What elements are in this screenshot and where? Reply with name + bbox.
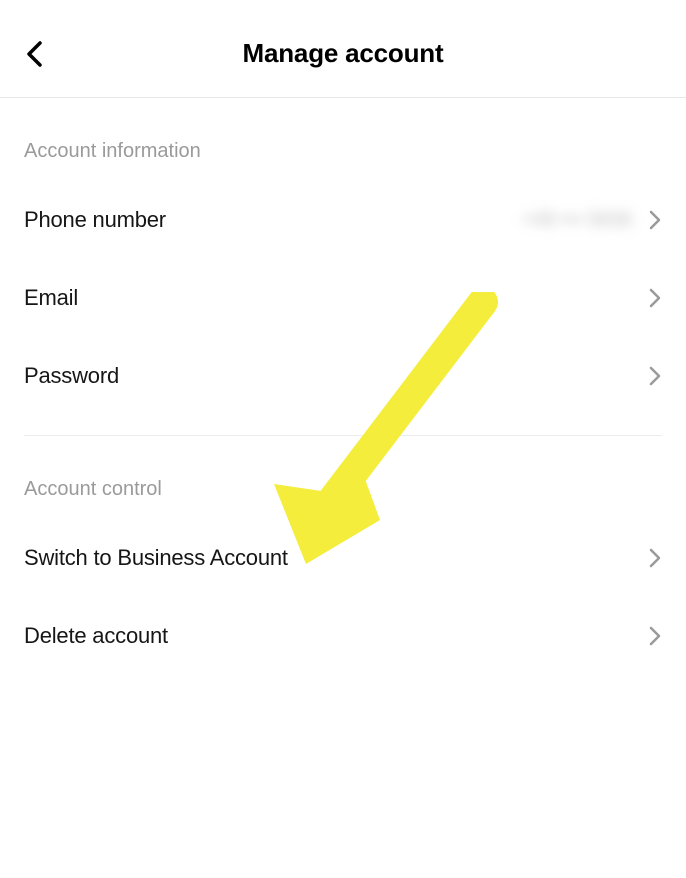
chevron-left-icon xyxy=(24,39,46,69)
password-row[interactable]: Password xyxy=(24,337,662,415)
switch-business-account-row[interactable]: Switch to Business Account xyxy=(24,519,662,597)
chevron-right-icon xyxy=(648,287,662,309)
phone-number-right: +49 ••• 5836 xyxy=(521,209,662,232)
chevron-right-icon xyxy=(648,209,662,231)
page-title: Manage account xyxy=(243,38,444,69)
chevron-right-icon xyxy=(648,547,662,569)
delete-account-right xyxy=(648,625,662,647)
account-control-header: Account control xyxy=(24,436,662,519)
password-label: Password xyxy=(24,363,119,389)
delete-account-row[interactable]: Delete account xyxy=(24,597,662,675)
account-information-header: Account information xyxy=(24,98,662,181)
phone-number-value: +49 ••• 5836 xyxy=(521,209,632,232)
chevron-right-icon xyxy=(648,365,662,387)
email-right xyxy=(648,287,662,309)
email-row[interactable]: Email xyxy=(24,259,662,337)
email-label: Email xyxy=(24,285,78,311)
content: Account information Phone number +49 •••… xyxy=(0,98,686,675)
delete-account-label: Delete account xyxy=(24,623,168,649)
back-button[interactable] xyxy=(24,39,46,69)
switch-business-right xyxy=(648,547,662,569)
chevron-right-icon xyxy=(648,625,662,647)
phone-number-label: Phone number xyxy=(24,207,166,233)
header: Manage account xyxy=(0,0,686,98)
switch-business-label: Switch to Business Account xyxy=(24,545,288,571)
phone-number-row[interactable]: Phone number +49 ••• 5836 xyxy=(24,181,662,259)
password-right xyxy=(648,365,662,387)
